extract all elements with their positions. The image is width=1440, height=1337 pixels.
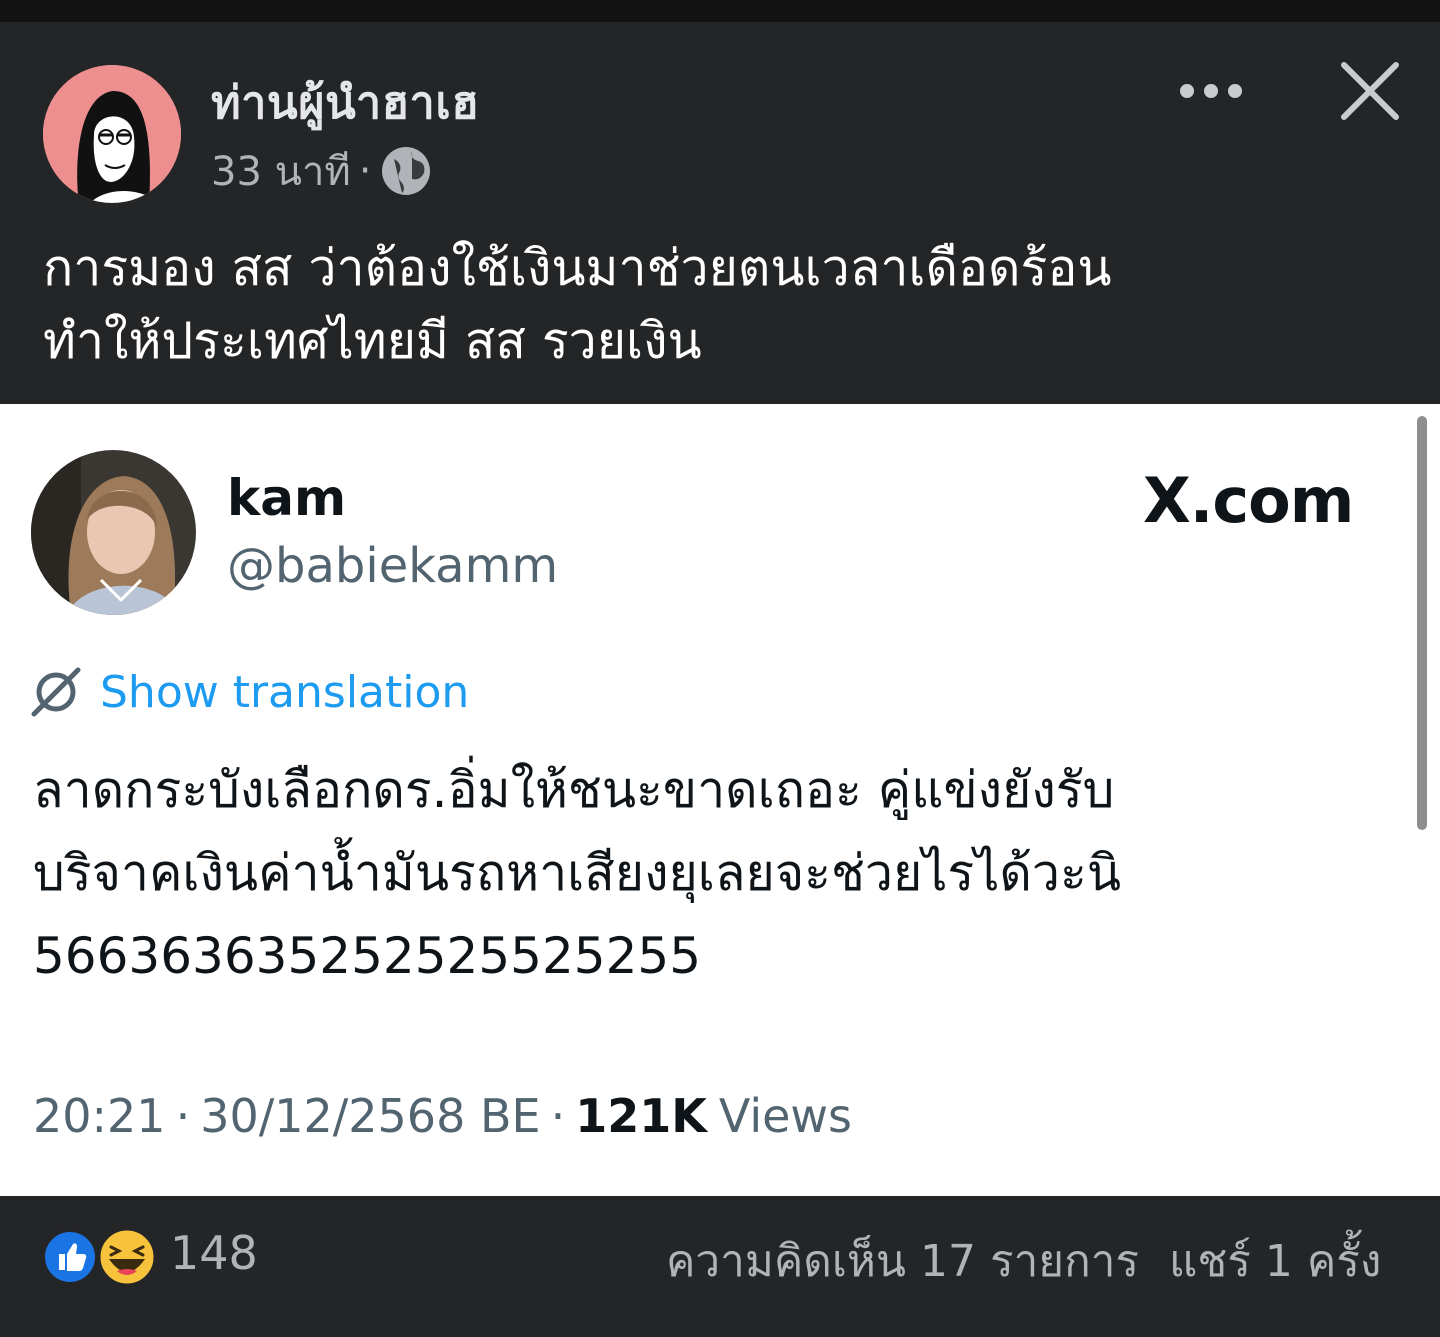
like-reaction-icon[interactable] xyxy=(42,1229,98,1285)
tweet-display-name: kam xyxy=(227,469,347,527)
caption-line: การมอง สส ว่าต้องใช้เงินมาช่วยตนเวลาเดือ… xyxy=(43,239,1112,297)
tweet-screenshot-card[interactable]: kam @babiekamm X.com Show translation ลา… xyxy=(0,404,1440,1196)
close-icon[interactable] xyxy=(1340,61,1400,121)
scrollbar[interactable] xyxy=(1417,416,1427,830)
tweet-time: 20:21 xyxy=(33,1089,166,1143)
globe-icon xyxy=(380,145,432,197)
poster-name[interactable]: ท่านผู้นำฮาเฮ xyxy=(211,66,479,138)
translation-row: Show translation xyxy=(30,662,469,722)
translate-icon xyxy=(30,666,82,718)
caption-line: ทำให้ประเทศไทยมี สส รวยเงิน xyxy=(43,312,702,370)
post-time[interactable]: 33 นาที xyxy=(211,139,351,203)
tweet-date: 30/12/2568 BE xyxy=(200,1089,541,1143)
tweet-body: ลาดกระบังเลือกดร.อิ่มให้ชนะขาดเถอะ คู่แข… xyxy=(33,749,1403,998)
post-caption: การมอง สส ว่าต้องใช้เงินมาช่วยตนเวลาเดือ… xyxy=(43,232,1403,378)
x-com-logo: X.com xyxy=(1143,464,1354,537)
tweet-avatar xyxy=(31,450,196,615)
tweet-line: 566363635252525525255 xyxy=(33,927,702,985)
meta-separator: · xyxy=(175,1089,191,1143)
meta-separator: · xyxy=(358,148,372,194)
comments-count[interactable]: ความคิดเห็น 17 รายการ xyxy=(666,1236,1139,1287)
tweet-handle: @babiekamm xyxy=(227,538,559,594)
show-translation-link: Show translation xyxy=(100,666,470,718)
tweet-line: บริจาคเงินค่าน้ำมันรถหาเสียงยุเลยจะช่วยไ… xyxy=(33,844,1122,902)
tweet-line: ลาดกระบังเลือกดร.อิ่มให้ชนะขาดเถอะ คู่แข… xyxy=(33,761,1115,819)
reaction-count[interactable]: 148 xyxy=(170,1226,258,1280)
tweet-meta: 20:21 · 30/12/2568 BE · 121K Views xyxy=(33,1089,852,1143)
views-count: 121K xyxy=(575,1089,707,1143)
haha-reaction-icon[interactable] xyxy=(97,1227,157,1287)
shares-count[interactable]: แชร์ 1 ครั้ง xyxy=(1169,1236,1381,1287)
top-status-strip xyxy=(0,0,1440,22)
views-label: Views xyxy=(718,1089,853,1143)
comments-shares: ความคิดเห็น 17 รายการ แชร์ 1 ครั้ง xyxy=(666,1226,1381,1296)
post-meta: 33 นาที · xyxy=(211,146,432,196)
meta-separator: · xyxy=(550,1089,566,1143)
poster-avatar[interactable] xyxy=(43,65,181,203)
more-options-icon[interactable] xyxy=(1180,78,1250,104)
